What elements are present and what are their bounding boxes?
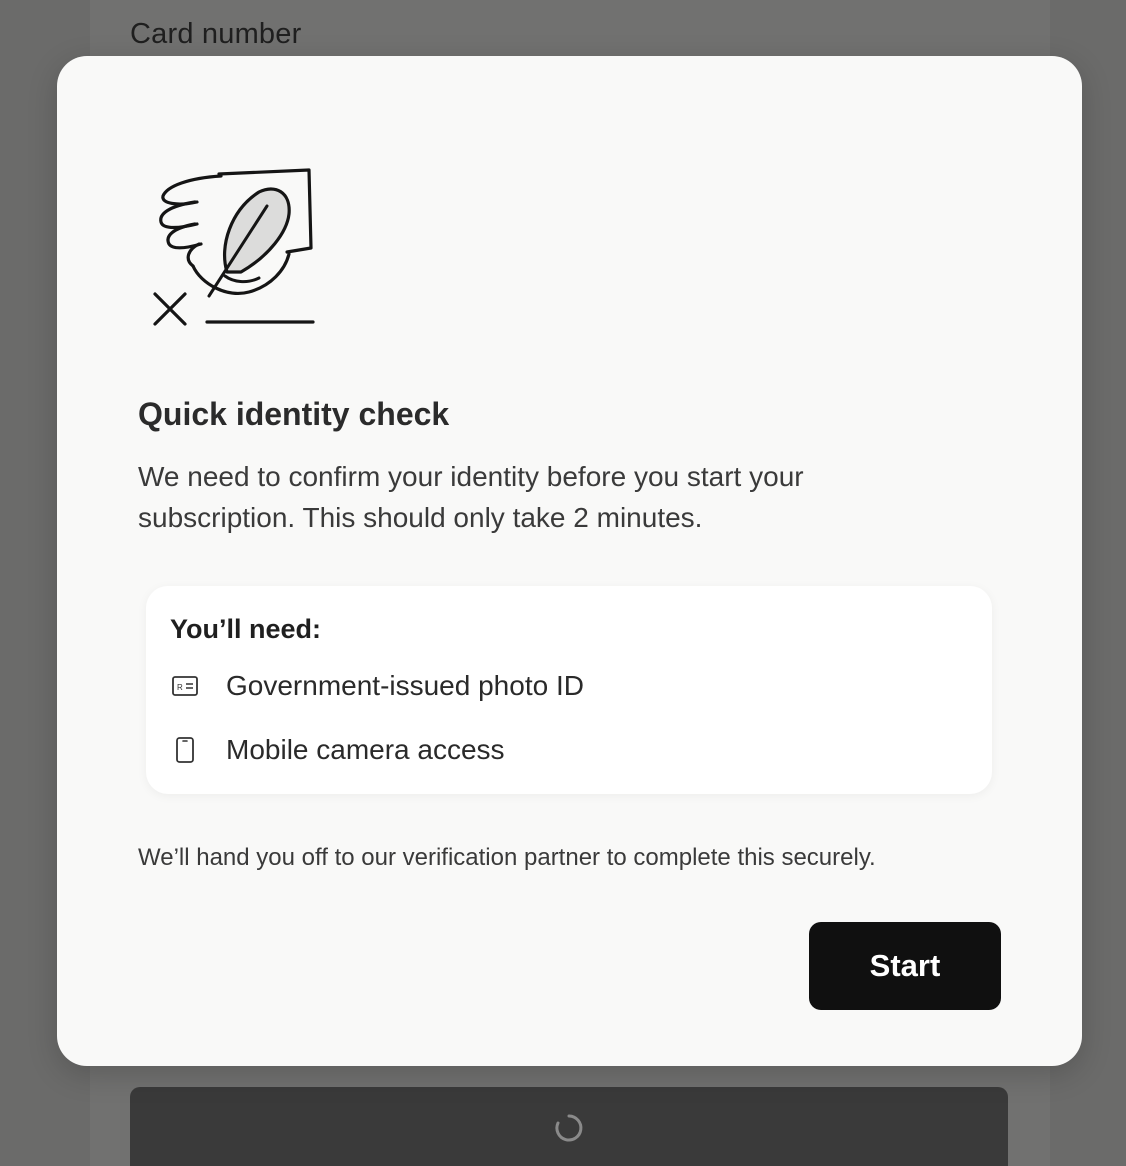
spinner-icon (555, 1114, 583, 1142)
start-button[interactable]: Start (809, 922, 1001, 1010)
requirement-item-camera: Mobile camera access (170, 734, 505, 766)
modal-description: We need to confirm your identity before … (138, 461, 804, 533)
card-number-label: Card number (130, 18, 302, 50)
signing-hand-quill-icon (153, 168, 315, 326)
identity-check-modal: Quick identity check We need to confirm … (57, 56, 1082, 1066)
requirement-label: Government-issued photo ID (226, 670, 584, 701)
id-card-icon: R (170, 671, 200, 701)
svg-text:R: R (177, 683, 183, 692)
requirement-label: Mobile camera access (226, 734, 505, 765)
requirements-card: You’ll need: R Government-issued photo I… (146, 586, 992, 794)
verification-partner-note: We’ll hand you off to our verification p… (138, 844, 876, 871)
modal-title: Quick identity check (138, 396, 450, 432)
requirements-title: You’ll need: (170, 614, 322, 644)
page: Card number Quick identity check We need… (0, 0, 1126, 1166)
mobile-phone-icon (170, 735, 200, 765)
submit-button-loading (130, 1087, 1008, 1166)
requirement-item-photo-id: R Government-issued photo ID (170, 670, 584, 702)
